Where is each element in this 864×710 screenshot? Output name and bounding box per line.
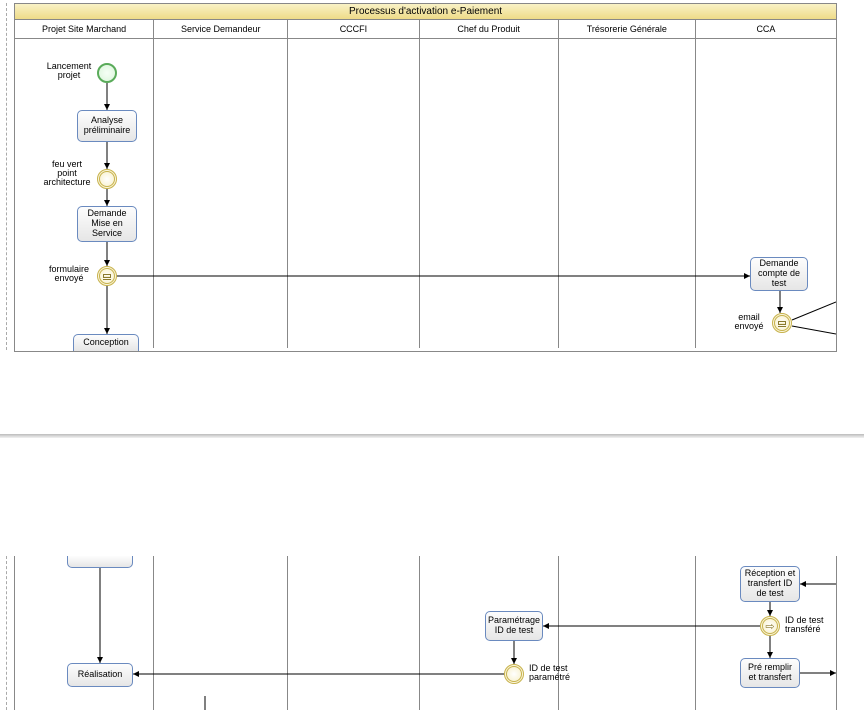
page-gap: [0, 434, 864, 438]
event-email: [772, 313, 792, 333]
task-conception-partial: Conception: [73, 334, 139, 351]
event-feu-vert: [97, 169, 117, 189]
lane-title-4: Chef du Produit: [420, 20, 558, 39]
lane-title-5: Trésorerie Générale: [559, 20, 695, 39]
task-pre-remplir: Pré remplir et transfert: [740, 658, 800, 688]
event-feu-vert-label: feu vert point architecture: [41, 160, 93, 187]
start-event-label: Lancement projet: [45, 62, 93, 80]
lane-title-1: Projet Site Marchand: [15, 20, 153, 39]
event-email-label: email envoyé: [729, 313, 769, 331]
pool-title: Processus d'activation e-Paiement: [15, 4, 836, 20]
event-id-parametre: [504, 664, 524, 684]
task-realisation: Réalisation: [67, 663, 133, 687]
lane-title-6: CCA: [696, 20, 836, 39]
task-reception-id: Réception et transfert ID de test: [740, 566, 800, 602]
task-demande-mes: Demande Mise en Service: [77, 206, 137, 242]
pool-top: Processus d'activation e-Paiement Projet…: [14, 3, 837, 352]
lane-title-2: Service Demandeur: [154, 20, 287, 39]
event-id-parametre-label: ID de test paramétré: [529, 664, 573, 682]
start-event: [97, 63, 117, 83]
pool-bottom: Réalisation Paramétrage ID de test ID de…: [14, 556, 837, 710]
event-formulaire: [97, 266, 117, 286]
task-param-id: Paramétrage ID de test: [485, 611, 543, 641]
lane-title-3: CCCFI: [288, 20, 418, 39]
dashed-margin-top: [6, 3, 7, 350]
dashed-margin-bottom: [6, 556, 7, 710]
event-formulaire-label: formulaire envoyé: [45, 265, 93, 283]
task-blank-cut: [67, 556, 133, 568]
task-analyse: Analyse préliminaire: [77, 110, 137, 142]
task-demande-compte: Demande compte de test: [750, 257, 808, 291]
event-id-transfere-label: ID de test transféré: [785, 616, 833, 634]
event-id-transfere: [760, 616, 780, 636]
